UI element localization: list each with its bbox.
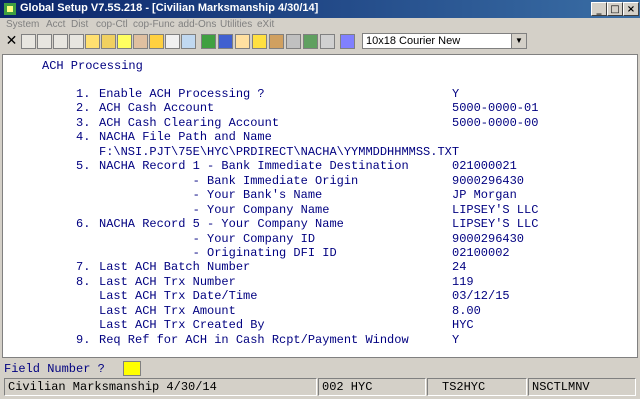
field-number: 4.: [76, 130, 91, 144]
menu-cop-ctl[interactable]: cop-Ctl: [96, 19, 128, 30]
close-button[interactable]: ×: [623, 2, 639, 16]
field-label: NACHA File Path and Name: [99, 130, 272, 144]
field-number: 8.: [76, 275, 91, 289]
field-label: Enable ACH Processing ?: [99, 87, 265, 101]
menu-cop-func[interactable]: cop-Func: [133, 19, 175, 30]
prompt-bar: Field Number ?: [0, 360, 640, 378]
field-label: - Originating DFI ID: [99, 246, 337, 260]
field-value[interactable]: JP Morgan: [452, 188, 517, 202]
close-x-icon[interactable]: ✕: [4, 34, 19, 49]
print-icon[interactable]: [69, 34, 84, 49]
field-number: 2.: [76, 101, 91, 115]
field-label: - Your Bank's Name: [99, 188, 323, 202]
status-mode: NSCTLMNV: [528, 378, 636, 396]
field-label: ACH Cash Clearing Account: [99, 116, 280, 130]
title-bar: Global Setup V7.5S.218 - [Civilian Marks…: [0, 0, 640, 18]
field-value[interactable]: HYC: [452, 318, 474, 332]
field-number: 3.: [76, 116, 91, 130]
open-icon[interactable]: [37, 34, 52, 49]
field-number-input[interactable]: [123, 361, 141, 376]
field-value[interactable]: 02100002: [452, 246, 510, 260]
help-icon[interactable]: [340, 34, 355, 49]
field-label: NACHA Record 1 - Bank Immediate Destinat…: [99, 159, 409, 173]
field-value[interactable]: 8.00: [452, 304, 481, 318]
lightning-icon[interactable]: [252, 34, 267, 49]
toolbar: ✕: [0, 32, 640, 52]
minimize-button[interactable]: _: [591, 2, 607, 16]
field-value[interactable]: 119: [452, 275, 474, 289]
server-icon[interactable]: [320, 34, 335, 49]
tool-icon[interactable]: [269, 34, 284, 49]
find-icon[interactable]: [165, 34, 180, 49]
field-label: Last ACH Trx Created By: [99, 318, 265, 332]
new-icon[interactable]: [21, 34, 36, 49]
settings-icon[interactable]: [85, 34, 100, 49]
field-label: Last ACH Trx Amount: [99, 304, 236, 318]
field-label: ACH Cash Account: [99, 101, 215, 115]
menu-bar: System Acct Dist cop-Ctl cop-Func add-On…: [0, 18, 640, 32]
menu-acct[interactable]: Acct: [46, 19, 65, 30]
field-label: - Your Company Name: [99, 203, 330, 217]
field-value[interactable]: LIPSEY'S LLC: [452, 203, 538, 217]
menu-system[interactable]: System: [6, 19, 39, 30]
window-title: Global Setup V7.5S.218 - [Civilian Marks…: [20, 2, 319, 14]
copy-icon[interactable]: [53, 34, 68, 49]
field-value[interactable]: 5000-0000-01: [452, 101, 538, 115]
note-icon[interactable]: [117, 34, 132, 49]
link-icon[interactable]: [286, 34, 301, 49]
status-user: 002 HYC: [318, 378, 426, 396]
refresh-icon[interactable]: [201, 34, 216, 49]
status-company: Civilian Marksmanship 4/30/14: [4, 378, 317, 396]
folder-icon[interactable]: [133, 34, 148, 49]
field-number-label: Field Number ?: [4, 362, 105, 376]
menu-exit[interactable]: eXit: [257, 19, 274, 30]
field-label: Last ACH Trx Date/Time: [99, 289, 258, 303]
status-station: TS2HYC: [427, 378, 527, 396]
field-value[interactable]: 9000296430: [452, 232, 524, 246]
field-label: NACHA Record 5 - Your Company Name: [99, 217, 344, 231]
field-label: - Your Company ID: [99, 232, 316, 246]
field-value[interactable]: LIPSEY'S LLC: [452, 217, 538, 231]
field-label: Req Ref for ACH in Cash Rcpt/Payment Win…: [99, 333, 409, 347]
field-number: 1.: [76, 87, 91, 101]
field-number: 6.: [76, 217, 91, 231]
menu-utilities[interactable]: Utilities: [220, 19, 252, 30]
field-value[interactable]: 9000296430: [452, 174, 524, 188]
edit-icon[interactable]: [235, 34, 250, 49]
field-number: 9.: [76, 333, 91, 347]
warning-icon[interactable]: [149, 34, 164, 49]
field-value[interactable]: 03/12/15: [452, 289, 510, 303]
field-number: 7.: [76, 260, 91, 274]
maximize-button[interactable]: □: [607, 2, 623, 16]
app-icon: [4, 3, 16, 15]
font-select[interactable]: 10x18 Courier New ▼: [362, 33, 527, 49]
field-value[interactable]: 5000-0000-00: [452, 116, 538, 130]
field-label: Last ACH Batch Number: [99, 260, 251, 274]
field-value[interactable]: 24: [452, 260, 466, 274]
calc-icon[interactable]: [101, 34, 116, 49]
font-select-value: 10x18 Courier New: [366, 35, 461, 47]
field-label: F:\NSI.PJT\75E\HYC\PRDIRECT\NACHA\YYMMDD…: [99, 145, 460, 159]
chart-icon[interactable]: [218, 34, 233, 49]
field-value[interactable]: Y: [452, 333, 459, 347]
menu-dist[interactable]: Dist: [71, 19, 88, 30]
field-value[interactable]: Y: [452, 87, 459, 101]
field-label: Last ACH Trx Number: [99, 275, 236, 289]
field-label: - Bank Immediate Origin: [99, 174, 359, 188]
chevron-down-icon[interactable]: ▼: [511, 34, 526, 48]
field-number: 5.: [76, 159, 91, 173]
zoom-icon[interactable]: [181, 34, 196, 49]
db-icon[interactable]: [303, 34, 318, 49]
field-value[interactable]: 021000021: [452, 159, 517, 173]
page-title: ACH Processing: [42, 59, 143, 73]
menu-add-ons[interactable]: add-Ons: [178, 19, 216, 30]
